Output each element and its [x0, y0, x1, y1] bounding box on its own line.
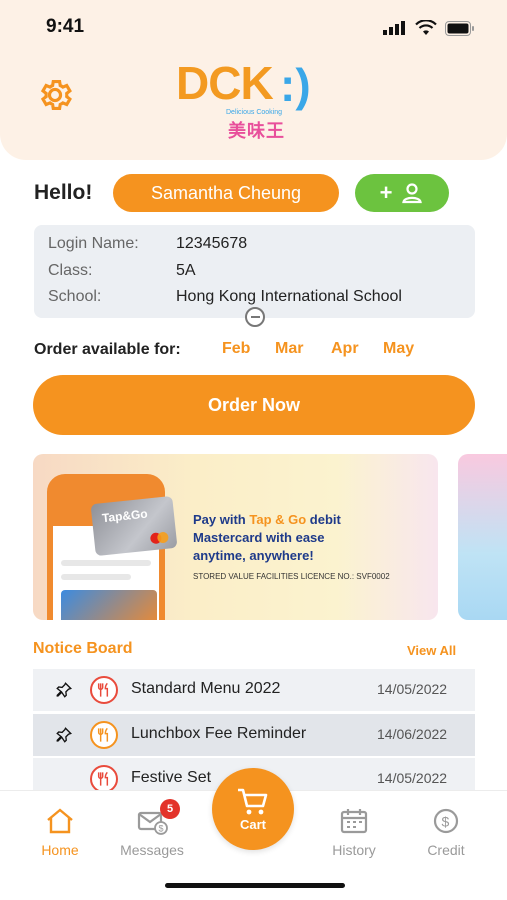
notice-item[interactable]: Standard Menu 2022 14/05/2022	[33, 669, 475, 711]
month-feb[interactable]: Feb	[222, 340, 250, 358]
banner-licence: STORED VALUE FACILITIES LICENCE NO.: SVF…	[193, 572, 390, 581]
phone-line	[61, 574, 131, 580]
class-label: Class:	[48, 262, 93, 279]
notice-title: Lunchbox Fee Reminder	[131, 725, 307, 742]
tab-messages-label: Messages	[120, 842, 184, 858]
cart-icon	[238, 788, 268, 814]
status-time: 9:41	[46, 16, 85, 37]
home-indicator	[165, 883, 345, 888]
notice-title: Standard Menu 2022	[131, 680, 281, 697]
view-all-link[interactable]: View All	[407, 643, 456, 658]
tab-home[interactable]: Home	[20, 806, 100, 858]
phone-promo-block	[61, 590, 157, 620]
tab-credit-label: Credit	[427, 842, 465, 858]
banner-line-2: Mastercard with ease	[193, 530, 325, 545]
school-value: Hong Kong International School	[176, 288, 402, 305]
banner-line-3: anytime, anywhere!	[193, 548, 314, 563]
cart-label: Cart	[239, 816, 266, 832]
mastercard-icon	[150, 532, 169, 545]
dck-logo: DCK :) Delicious Cooking 美味王	[172, 56, 342, 142]
signal-icon	[383, 21, 405, 35]
order-now-button[interactable]: Order Now	[33, 375, 475, 435]
card-brand: Tap&Go	[101, 506, 149, 526]
restaurant-icon	[90, 676, 118, 704]
pin-icon	[56, 682, 72, 698]
add-user-button[interactable]: +	[355, 174, 449, 212]
notice-title: Festive Set	[131, 769, 212, 786]
next-banner-peek[interactable]	[458, 454, 507, 620]
logo-smile: :)	[280, 59, 311, 111]
restaurant-icon	[90, 765, 118, 793]
debit-card-illustration: Tap&Go	[90, 495, 178, 557]
logo-chinese: 美味王	[228, 121, 285, 141]
order-available-label: Order available for:	[34, 341, 181, 358]
tab-history[interactable]: History	[314, 806, 394, 858]
tab-messages[interactable]: $ Messages	[112, 806, 192, 858]
fee-reminder-icon	[90, 721, 118, 749]
profile-info-card: Login Name: 12345678 Class: 5A School: H…	[34, 225, 475, 318]
tab-history-label: History	[332, 842, 376, 858]
home-icon	[47, 808, 73, 834]
plus-label: +	[379, 180, 393, 205]
notice-date: 14/05/2022	[377, 770, 448, 786]
svg-text:$: $	[159, 824, 164, 834]
svg-text:$: $	[442, 814, 450, 830]
login-name-label: Login Name:	[48, 235, 139, 252]
promo-banner[interactable]: Tap&Go Pay with Tap & Go debit Mastercar…	[33, 454, 438, 620]
cart-button[interactable]: Cart	[212, 768, 294, 850]
notice-board-title: Notice Board	[33, 640, 133, 657]
month-may[interactable]: May	[383, 340, 414, 358]
tab-home-label: Home	[41, 842, 79, 858]
class-value: 5A	[176, 262, 196, 279]
notice-date: 14/05/2022	[377, 681, 448, 697]
wifi-icon	[415, 20, 437, 35]
calendar-icon	[340, 809, 368, 834]
battery-icon	[445, 20, 474, 36]
banner-line-1: Pay with Tap & Go debit	[193, 512, 341, 527]
status-icons	[383, 20, 475, 36]
collapse-minus-icon[interactable]	[245, 307, 265, 327]
messages-badge: 5	[160, 799, 180, 819]
login-name-value: 12345678	[176, 235, 248, 252]
notice-date: 14/06/2022	[377, 726, 448, 742]
user-icon	[402, 183, 423, 204]
month-apr[interactable]: Apr	[331, 340, 359, 358]
logo-tagline: Delicious Cooking	[226, 109, 283, 116]
notice-item[interactable]: Lunchbox Fee Reminder 14/06/2022	[33, 714, 475, 756]
pin-icon	[56, 727, 72, 743]
logo-text: DCK	[176, 57, 274, 109]
user-select-button[interactable]: Samantha Cheung	[113, 174, 339, 212]
greeting-hello: Hello!	[34, 181, 93, 204]
month-mar[interactable]: Mar	[275, 340, 303, 358]
tab-credit[interactable]: $ Credit	[406, 806, 486, 858]
app-screen: 9:41 DCK :) Delicious Cooking 美味王 Hello!…	[0, 0, 507, 900]
school-label: School:	[48, 288, 102, 305]
dollar-coin-icon: $	[433, 808, 459, 834]
settings-gear-icon[interactable]	[36, 76, 74, 114]
phone-line	[61, 560, 151, 566]
